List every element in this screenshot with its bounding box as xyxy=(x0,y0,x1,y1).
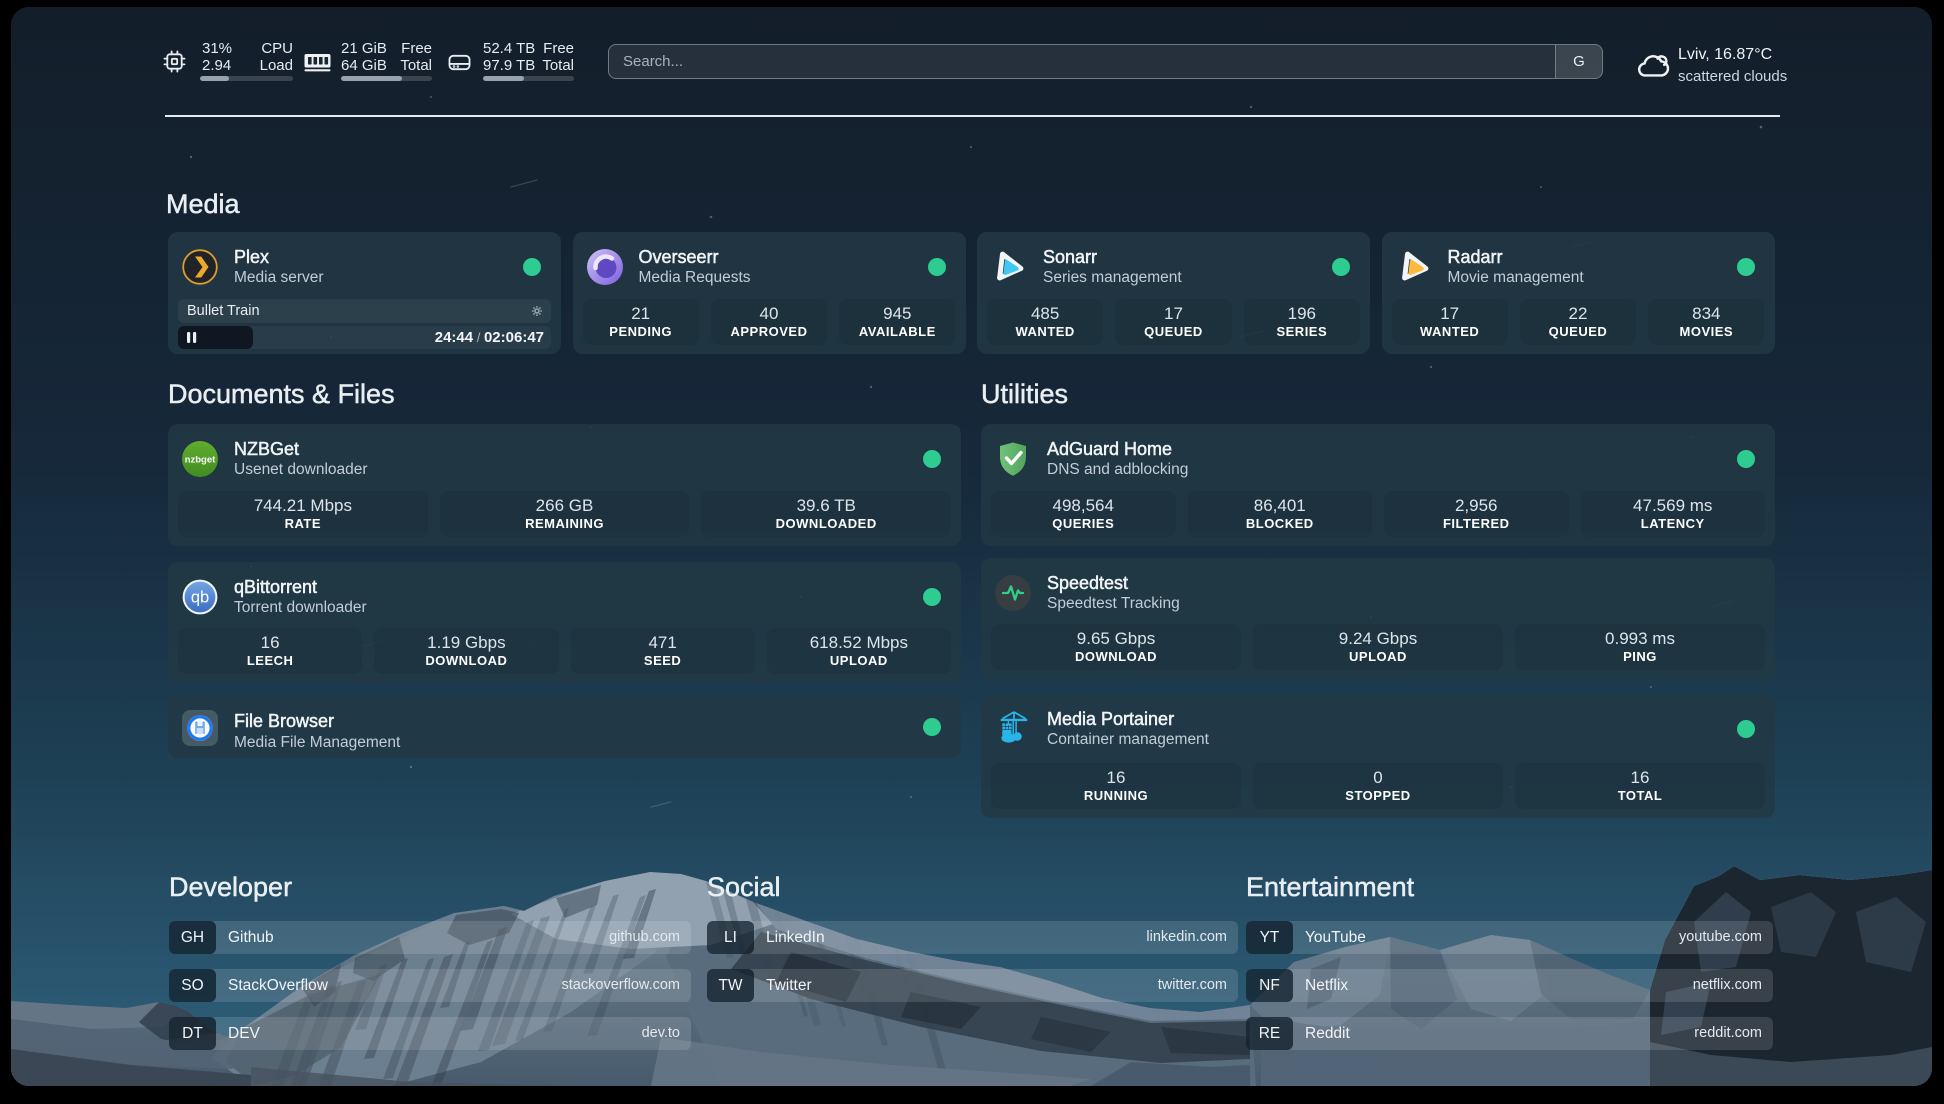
svg-text:qb: qb xyxy=(191,589,209,607)
svg-text:nzbget: nzbget xyxy=(185,455,216,466)
